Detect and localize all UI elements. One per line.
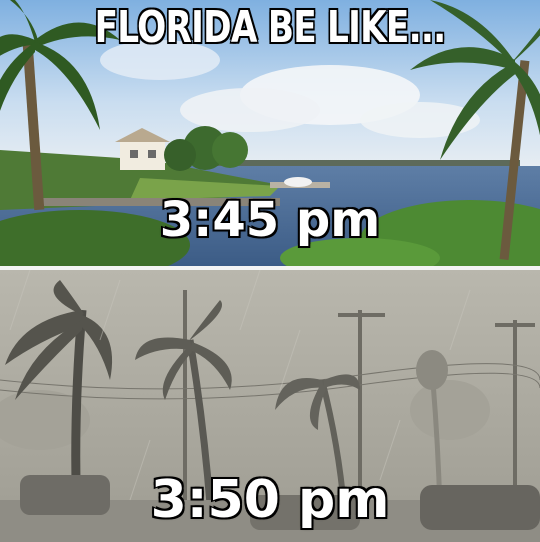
sunny-panel: FLORIDA BE LIKE... 3:45 pm [0,0,540,266]
before-time-caption: 3:45 pm [159,191,381,249]
meme-image: FLORIDA BE LIKE... 3:45 pm 3:50 pm [0,0,540,542]
meme-title: FLORIDA BE LIKE... [94,1,447,54]
after-time-caption: 3:50 pm [150,469,391,531]
storm-panel: 3:50 pm [0,270,540,542]
